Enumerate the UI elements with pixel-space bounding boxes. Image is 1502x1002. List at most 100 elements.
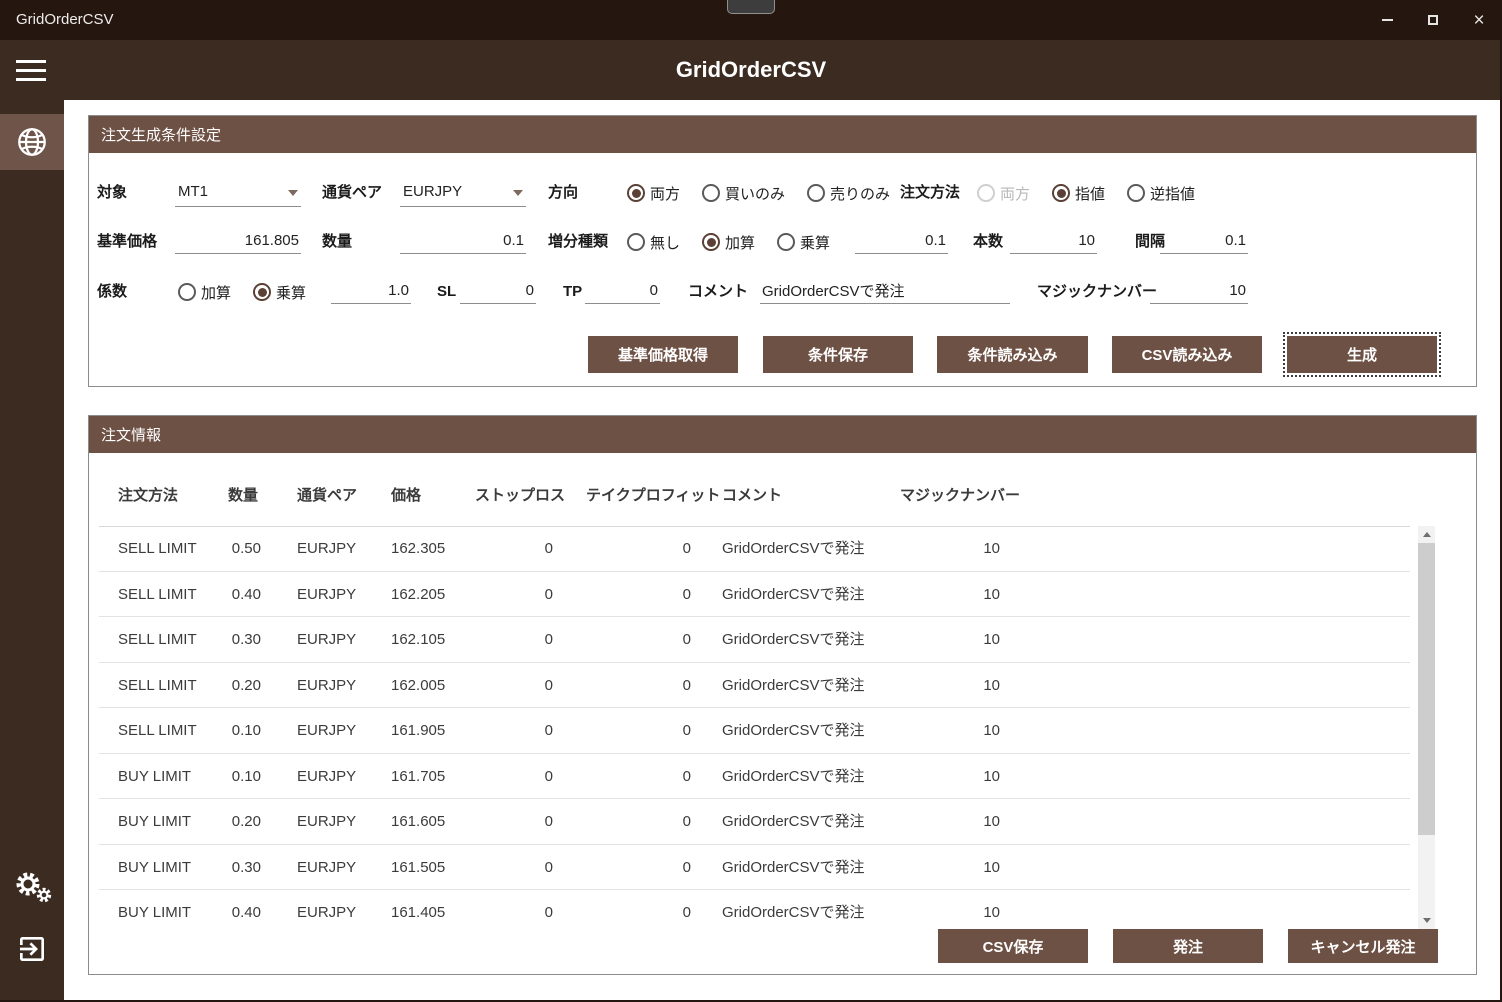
order-cell-price: 162.305 [391, 526, 481, 571]
load-conditions-button[interactable]: 条件読み込み [937, 336, 1088, 373]
orders-panel-header: 注文情報 [89, 416, 1476, 453]
maximize-button[interactable] [1410, 0, 1456, 40]
column-header-quantity: 数量 [228, 483, 258, 509]
column-header-price: 価格 [391, 483, 421, 509]
increment-radio-none[interactable]: 無し [627, 232, 680, 253]
column-header-pair: 通貨ペア [297, 483, 357, 509]
order-cell-quantity: 0.40 [189, 572, 261, 617]
settings-button[interactable] [0, 864, 64, 910]
close-icon: × [1473, 11, 1484, 30]
increment-radio-add[interactable]: 加算 [702, 232, 755, 253]
order-row[interactable]: SELL LIMIT 0.10 EURJPY 161.905 0 0 GridO… [99, 708, 1410, 754]
order-cell-pair: EURJPY [297, 663, 377, 708]
order-cell-magic: 10 [900, 617, 1000, 662]
arrow-down-icon [1423, 918, 1431, 923]
order-cell-pair: EURJPY [297, 572, 377, 617]
order-cell-magic: 10 [900, 799, 1000, 844]
currency-pair-select-value: EURJPY [403, 179, 462, 205]
order-cell-pair: EURJPY [297, 799, 377, 844]
method-radio-limit[interactable]: 指値 [1052, 183, 1105, 204]
order-cell-magic: 10 [900, 754, 1000, 799]
coefficient-value-input[interactable] [331, 278, 411, 304]
quantity-input[interactable] [400, 228, 526, 254]
scroll-up-button[interactable] [1418, 526, 1435, 543]
currency-pair-select[interactable]: EURJPY [400, 179, 526, 207]
coefficient-radio-group: 加算 乗算 [178, 278, 306, 306]
globe-icon [15, 125, 49, 159]
order-cell-stoploss: 0 [475, 572, 553, 617]
sl-input[interactable] [460, 278, 536, 304]
direction-radio-buy-only[interactable]: 買いのみ [702, 183, 785, 204]
order-cell-quantity: 0.10 [189, 708, 261, 753]
exit-button[interactable] [0, 924, 64, 974]
order-cell-stoploss: 0 [475, 617, 553, 662]
order-row[interactable]: SELL LIMIT 0.20 EURJPY 162.005 0 0 GridO… [99, 663, 1410, 709]
direction-radio-sell-only[interactable]: 売りのみ [807, 183, 890, 204]
order-rows: SELL LIMIT 0.50 EURJPY 162.305 0 0 GridO… [99, 526, 1410, 929]
get-base-price-button[interactable]: 基準価格取得 [588, 336, 738, 373]
radio-icon [627, 233, 645, 251]
order-cell-magic: 10 [900, 890, 1000, 929]
window-controls: × [1364, 0, 1502, 40]
order-cell-pair: EURJPY [297, 526, 377, 571]
cancel-order-button[interactable]: キャンセル発注 [1288, 929, 1438, 963]
order-cell-price: 161.505 [391, 845, 481, 890]
method-radio-both[interactable]: 両方 [977, 183, 1030, 204]
order-cell-price: 161.705 [391, 754, 481, 799]
order-cell-stoploss: 0 [475, 708, 553, 753]
orders-panel-title: 注文情報 [101, 424, 161, 445]
chevron-down-icon [513, 190, 523, 196]
magic-number-input[interactable] [1150, 278, 1248, 304]
chevron-down-icon [288, 190, 298, 196]
column-header-magic: マジックナンバー [900, 483, 1020, 509]
direction-radio-both[interactable]: 両方 [627, 183, 680, 204]
coefficient-radio-add[interactable]: 加算 [178, 282, 231, 303]
order-row[interactable]: SELL LIMIT 0.50 EURJPY 162.305 0 0 GridO… [99, 526, 1410, 572]
close-button[interactable]: × [1456, 0, 1502, 40]
minimize-button[interactable] [1364, 0, 1410, 40]
order-row[interactable]: SELL LIMIT 0.40 EURJPY 162.205 0 0 GridO… [99, 572, 1410, 618]
order-cell-magic: 10 [900, 526, 1000, 571]
order-row[interactable]: BUY LIMIT 0.10 EURJPY 161.705 0 0 GridOr… [99, 754, 1410, 800]
comment-input[interactable] [760, 278, 1010, 304]
scrollbar-thumb[interactable] [1418, 543, 1435, 835]
order-cell-price: 162.205 [391, 572, 481, 617]
scroll-down-button[interactable] [1418, 912, 1435, 929]
order-cell-stoploss: 0 [475, 526, 553, 571]
order-row[interactable]: SELL LIMIT 0.30 EURJPY 162.105 0 0 GridO… [99, 617, 1410, 663]
order-cell-pair: EURJPY [297, 708, 377, 753]
orders-scrollbar[interactable] [1418, 526, 1435, 929]
target-select-value: MT1 [178, 179, 208, 205]
column-header-method: 注文方法 [118, 483, 178, 509]
count-input[interactable] [1010, 228, 1097, 254]
order-row[interactable]: BUY LIMIT 0.40 EURJPY 161.405 0 0 GridOr… [99, 890, 1410, 929]
globe-nav-button[interactable] [0, 114, 64, 170]
csv-save-button[interactable]: CSV保存 [938, 929, 1088, 963]
base-price-input[interactable] [175, 228, 301, 254]
place-order-button[interactable]: 発注 [1113, 929, 1263, 963]
radio-icon [627, 184, 645, 202]
tp-input[interactable] [585, 278, 660, 304]
gears-icon [11, 868, 53, 906]
order-cell-magic: 10 [900, 663, 1000, 708]
base-price-label: 基準価格 [97, 228, 157, 256]
increment-radio-multiply[interactable]: 乗算 [777, 232, 830, 253]
increment-value-input[interactable] [855, 228, 948, 254]
order-cell-quantity: 0.30 [189, 845, 261, 890]
order-row[interactable]: BUY LIMIT 0.30 EURJPY 161.505 0 0 GridOr… [99, 845, 1410, 891]
column-header-stoploss: ストップロス [475, 483, 565, 509]
order-row[interactable]: BUY LIMIT 0.20 EURJPY 161.605 0 0 GridOr… [99, 799, 1410, 845]
order-cell-stoploss: 0 [475, 890, 553, 929]
method-radio-stop[interactable]: 逆指値 [1127, 183, 1195, 204]
comment-label: コメント [688, 278, 748, 306]
load-csv-button[interactable]: CSV読み込み [1112, 336, 1262, 373]
count-label: 本数 [973, 228, 1003, 256]
conditions-panel-title: 注文生成条件設定 [101, 124, 221, 145]
order-cell-quantity: 0.20 [189, 799, 261, 844]
save-conditions-button[interactable]: 条件保存 [763, 336, 913, 373]
coefficient-radio-multiply[interactable]: 乗算 [253, 282, 306, 303]
generate-button[interactable]: 生成 [1287, 336, 1437, 373]
target-select[interactable]: MT1 [175, 179, 301, 207]
direction-radio-group: 両方 買いのみ 売りのみ [627, 179, 890, 207]
interval-input[interactable] [1160, 228, 1248, 254]
